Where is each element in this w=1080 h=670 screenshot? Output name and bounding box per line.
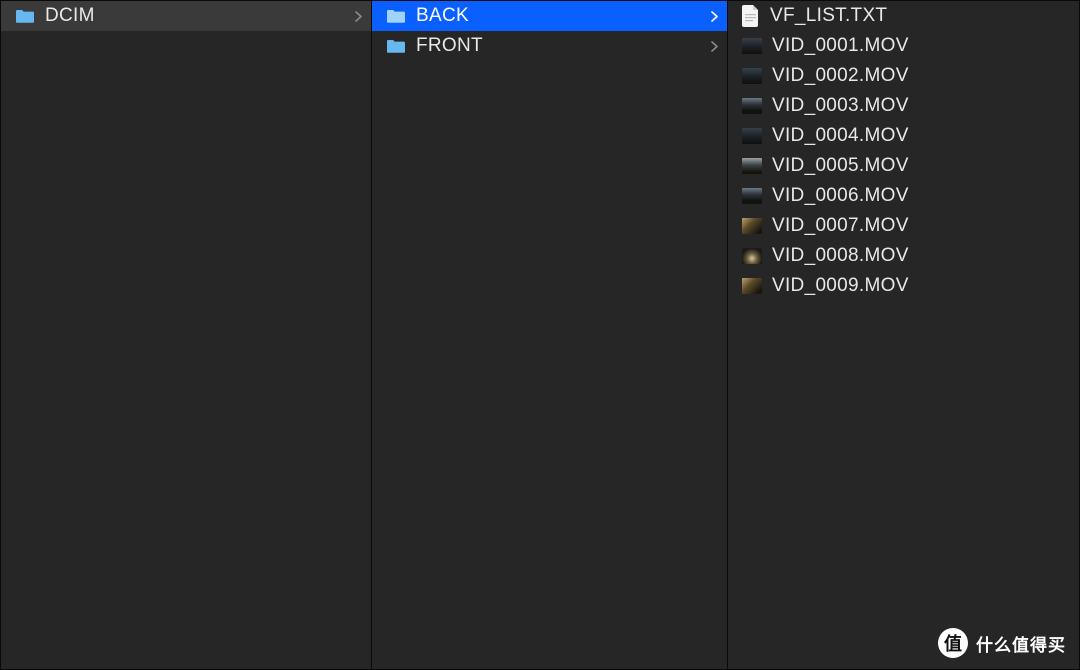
video-thumbnail-icon xyxy=(742,38,762,54)
item-label: VID_0007.MOV xyxy=(772,215,1071,237)
file-row[interactable]: VID_0009.MOV xyxy=(728,271,1079,301)
watermark: 值 什么值得买 xyxy=(938,628,1066,658)
video-thumbnail-icon xyxy=(742,188,762,204)
folder-row[interactable]: FRONT xyxy=(372,31,727,61)
folder-icon xyxy=(15,8,35,24)
video-thumbnail-icon xyxy=(742,218,762,234)
item-label: VID_0003.MOV xyxy=(772,95,1071,117)
chevron-right-icon xyxy=(709,11,719,22)
item-label: VID_0004.MOV xyxy=(772,125,1071,147)
folder-icon xyxy=(386,38,406,54)
video-thumbnail-icon xyxy=(742,278,762,294)
file-row[interactable]: VID_0002.MOV xyxy=(728,61,1079,91)
watermark-text: 什么值得买 xyxy=(976,631,1066,656)
file-row[interactable]: VF_LIST.TXT xyxy=(728,1,1079,31)
folder-icon xyxy=(386,8,406,24)
folder-row[interactable]: DCIM xyxy=(1,1,371,31)
column-2: BACK FRONT xyxy=(372,1,728,669)
item-label: VID_0008.MOV xyxy=(772,245,1071,267)
file-row[interactable]: VID_0001.MOV xyxy=(728,31,1079,61)
file-row[interactable]: VID_0004.MOV xyxy=(728,121,1079,151)
item-label: FRONT xyxy=(416,35,709,57)
file-row[interactable]: VID_0006.MOV xyxy=(728,181,1079,211)
video-thumbnail-icon xyxy=(742,158,762,174)
document-icon xyxy=(742,5,760,27)
video-thumbnail-icon xyxy=(742,128,762,144)
file-row[interactable]: VID_0005.MOV xyxy=(728,151,1079,181)
column-1: DCIM xyxy=(1,1,372,669)
item-label: VID_0009.MOV xyxy=(772,275,1071,297)
item-label: VID_0005.MOV xyxy=(772,155,1071,177)
watermark-badge: 值 xyxy=(938,628,968,658)
item-label: VF_LIST.TXT xyxy=(770,5,1071,27)
video-thumbnail-icon xyxy=(742,68,762,84)
finder-column-view: DCIM BACK FRONT VF_LIST.TXT VID_0001.MOV VI… xyxy=(0,0,1080,670)
file-row[interactable]: VID_0008.MOV xyxy=(728,241,1079,271)
item-label: BACK xyxy=(416,5,709,27)
file-row[interactable]: VID_0003.MOV xyxy=(728,91,1079,121)
item-label: VID_0001.MOV xyxy=(772,35,1071,57)
item-label: DCIM xyxy=(45,5,353,27)
column-3: VF_LIST.TXT VID_0001.MOV VID_0002.MOV VID_0… xyxy=(728,1,1079,669)
video-thumbnail-icon xyxy=(742,248,762,264)
folder-row[interactable]: BACK xyxy=(372,1,727,31)
chevron-right-icon xyxy=(353,11,363,22)
file-row[interactable]: VID_0007.MOV xyxy=(728,211,1079,241)
item-label: VID_0006.MOV xyxy=(772,185,1071,207)
item-label: VID_0002.MOV xyxy=(772,65,1071,87)
chevron-right-icon xyxy=(709,41,719,52)
video-thumbnail-icon xyxy=(742,98,762,114)
